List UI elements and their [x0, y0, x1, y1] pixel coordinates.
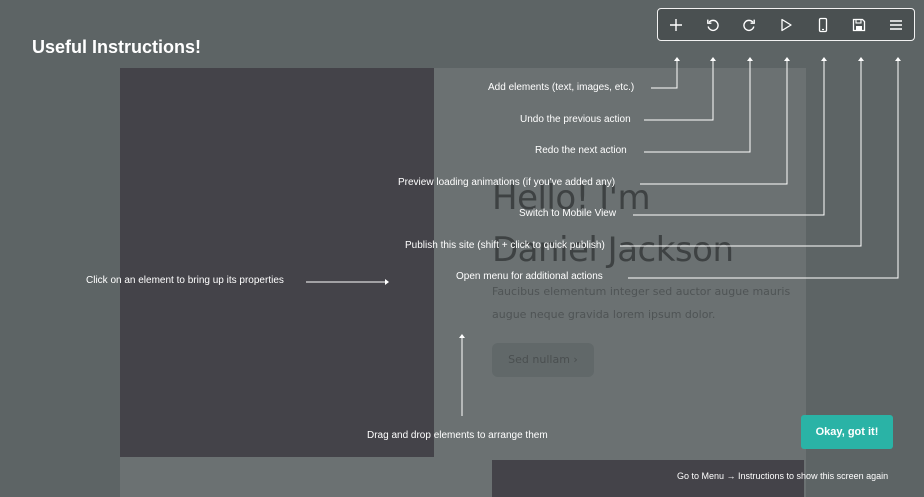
connector-redo	[644, 60, 751, 153]
arrowhead-icon	[821, 57, 827, 61]
arrowhead-icon	[784, 57, 790, 61]
label-preview: Preview loading animations (if you've ad…	[398, 177, 616, 188]
arrowhead-icon	[674, 57, 680, 61]
footer-instructions-note: Go to Menu → Instructions to show this s…	[677, 471, 889, 481]
arrowhead-icon	[747, 57, 753, 61]
label-mobile-view: Switch to Mobile View	[519, 208, 617, 219]
label-publish: Publish this site (shift + click to quic…	[405, 240, 605, 251]
label-redo: Redo the next action	[535, 145, 627, 156]
arrowhead-icon	[895, 57, 901, 61]
arrowhead-icon	[385, 279, 389, 285]
label-properties: Click on an element to bring up its prop…	[86, 275, 284, 286]
connector-add	[651, 60, 678, 89]
arrowhead-icon	[858, 57, 864, 61]
label-undo: Undo the previous action	[520, 114, 631, 125]
arrowhead-icon	[710, 57, 716, 61]
label-add-elements: Add elements (text, images, etc.)	[488, 82, 635, 93]
connector-menu	[628, 60, 899, 279]
connector-mobile	[633, 60, 825, 216]
arrowhead-icon	[459, 334, 465, 338]
label-menu: Open menu for additional actions	[456, 271, 603, 282]
okay-got-it-button[interactable]: Okay, got it!	[801, 415, 893, 449]
connector-undo	[644, 60, 714, 121]
label-drag-drop: Drag and drop elements to arrange them	[367, 430, 548, 441]
